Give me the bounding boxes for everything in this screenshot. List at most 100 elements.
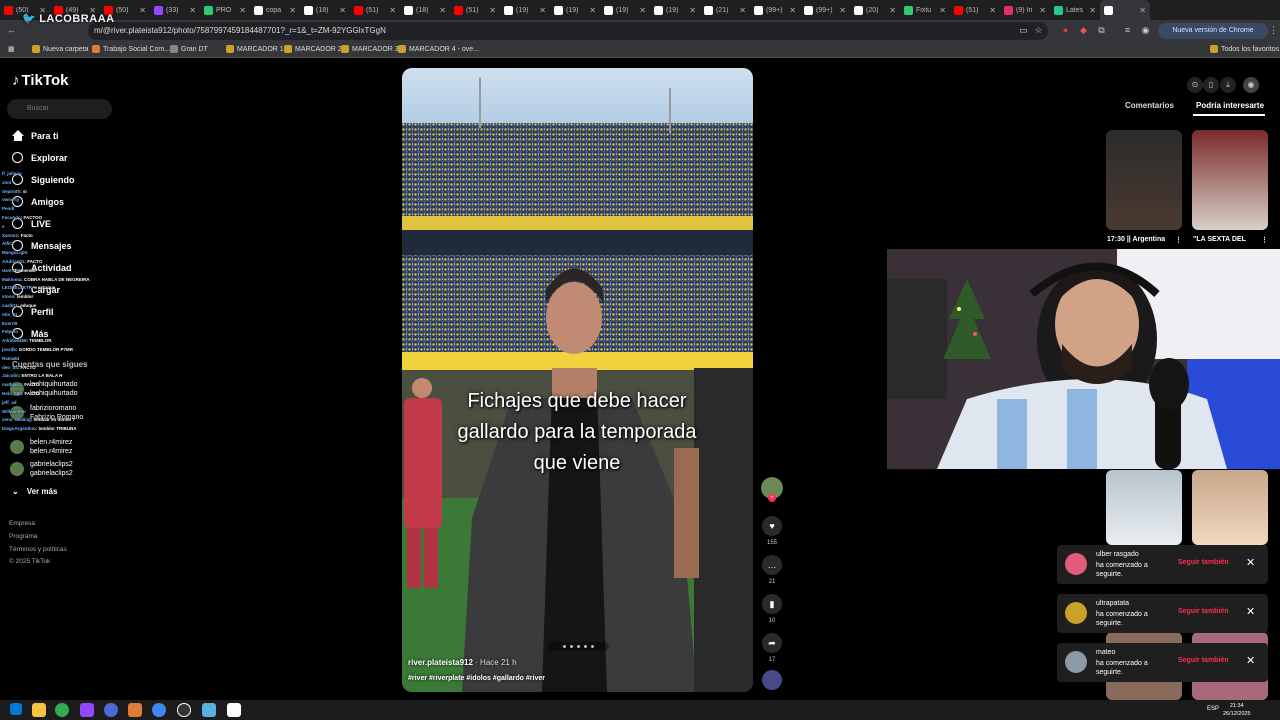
comment-icon[interactable]: … xyxy=(762,555,782,575)
author-avatar[interactable]: + xyxy=(760,477,784,502)
browser-tab[interactable]: (19) ✕ xyxy=(550,0,600,20)
chrome-icon[interactable] xyxy=(55,703,69,717)
profile-icon[interactable]: ◉ xyxy=(1140,25,1151,36)
close-icon[interactable]: ✕ xyxy=(239,6,246,15)
all-bookmarks[interactable]: Todos los favoritos xyxy=(1210,45,1279,53)
browser-tab[interactable]: (33) ✕ xyxy=(150,0,200,20)
bookmark-item[interactable]: MARCADOR 4 - ove... xyxy=(398,45,479,53)
following-account[interactable]: belen.r4mirez belen.r4mirez xyxy=(10,438,72,456)
notification-user[interactable]: ultrapatata xyxy=(1096,600,1129,607)
bookmark-button[interactable]: ▮ 10 xyxy=(760,594,784,624)
close-icon[interactable]: ✕ xyxy=(539,6,546,15)
compass-icon[interactable]: ⊙ xyxy=(1187,77,1203,93)
bookmark-item[interactable]: Trabajo Social Com... xyxy=(92,45,170,53)
search-input[interactable]: Buscar xyxy=(7,99,112,119)
browser-tab[interactable]: (51) ✕ xyxy=(350,0,400,20)
close-icon[interactable]: ✕ xyxy=(389,6,396,15)
bookmark-icon[interactable]: ▮ xyxy=(762,594,782,614)
carousel-dot[interactable] xyxy=(583,645,587,648)
follow-plus-icon[interactable]: + xyxy=(768,494,776,502)
video-thumbnail[interactable] xyxy=(1106,470,1182,545)
follow-notification[interactable]: ulber rasgado ha comenzado a seguirte. Seg… xyxy=(1057,545,1268,584)
bookmark-item[interactable]: MARCADOR 2 xyxy=(284,45,342,53)
tab-interest[interactable]: Podría interesarte xyxy=(1196,101,1264,110)
share-icon[interactable]: ➦ xyxy=(762,633,782,653)
post-author[interactable]: river.plateista912 · Hace 21 h xyxy=(408,658,517,667)
carousel-dot[interactable] xyxy=(569,645,573,648)
nav-item-para-ti[interactable]: Para ti xyxy=(12,130,59,141)
carousel-dot[interactable] xyxy=(576,645,580,648)
extension-icon[interactable]: ◆ xyxy=(1078,25,1089,36)
music-disc-icon[interactable] xyxy=(762,670,782,690)
share-button[interactable]: ➦ 17 xyxy=(760,633,784,663)
browser-tab[interactable]: PRO ✕ xyxy=(200,0,250,20)
footer-link[interactable]: Programa xyxy=(9,533,38,540)
browser-tab[interactable]: Lates ✕ xyxy=(1050,0,1100,20)
windows-start-icon[interactable] xyxy=(10,703,22,715)
close-icon[interactable]: ✕ xyxy=(289,6,296,15)
browser-tab[interactable]: ✕ xyxy=(1100,0,1150,20)
follow-notification[interactable]: mateo ha comenzado a seguirte. Seguir tamb… xyxy=(1057,643,1268,682)
nav-item-explorar[interactable]: Explorar xyxy=(12,152,68,163)
follow-notification[interactable]: ultrapatata ha comenzado a seguirte. Segui… xyxy=(1057,594,1268,633)
bookmark-item[interactable]: MARCADOR 1 xyxy=(226,45,284,53)
close-icon[interactable]: ✕ xyxy=(839,6,846,15)
avatar[interactable] xyxy=(1065,553,1087,575)
browser-tab[interactable]: (99+) ✕ xyxy=(800,0,850,20)
close-icon[interactable]: ✕ xyxy=(1246,556,1255,569)
browser-tab[interactable]: (21) ✕ xyxy=(700,0,750,20)
close-icon[interactable]: ✕ xyxy=(1246,654,1255,667)
close-icon[interactable]: ✕ xyxy=(189,6,196,15)
app-icon[interactable] xyxy=(80,703,94,717)
following-account[interactable]: gabrielaclips2 gabrielaclips2 xyxy=(10,460,73,478)
video-thumbnail[interactable] xyxy=(1106,130,1182,230)
tab-comments[interactable]: Comentarios xyxy=(1125,101,1174,110)
bookmark-item[interactable]: Gran DT xyxy=(170,45,208,53)
obs-icon[interactable] xyxy=(177,703,191,717)
comment-button[interactable]: … 21 xyxy=(760,555,784,585)
avatar[interactable] xyxy=(1065,602,1087,624)
close-icon[interactable]: ✕ xyxy=(739,6,746,15)
bookmark-item[interactable]: Nueva carpeta xyxy=(32,45,89,53)
bookmark-item[interactable]: MARCADOR 3 xyxy=(341,45,399,53)
see-more-button[interactable]: ⌄ Ver más xyxy=(12,487,57,496)
browser-tab[interactable]: Fixtu ✕ xyxy=(900,0,950,20)
notification-user[interactable]: ulber rasgado xyxy=(1096,551,1139,558)
mobile-icon[interactable]: ▯ xyxy=(1203,77,1219,93)
app-icon[interactable] xyxy=(227,703,241,717)
avatar[interactable] xyxy=(1065,651,1087,673)
carousel-dots[interactable] xyxy=(547,642,609,651)
post-hashtags[interactable]: #river #riverplate #idolos #gallardo #ri… xyxy=(408,675,545,682)
back-icon[interactable]: ← xyxy=(6,25,17,36)
footer-link[interactable]: Empresa xyxy=(9,520,35,527)
close-icon[interactable]: ✕ xyxy=(1139,6,1146,15)
browser-tab[interactable]: (18) ✕ xyxy=(400,0,450,20)
close-icon[interactable]: ✕ xyxy=(639,6,646,15)
close-icon[interactable]: ✕ xyxy=(689,6,696,15)
file-explorer-icon[interactable] xyxy=(32,703,46,717)
download-icon[interactable]: ⤓ xyxy=(1220,77,1236,93)
extensions-icon[interactable]: ⧉ xyxy=(1096,25,1107,36)
app-icon[interactable] xyxy=(128,703,142,717)
footer-link[interactable]: Términos y políticas xyxy=(9,546,67,553)
follow-back-button[interactable]: Seguir también xyxy=(1178,657,1229,664)
close-icon[interactable]: ✕ xyxy=(789,6,796,15)
more-icon[interactable]: ⋮ xyxy=(1261,236,1268,244)
app-icon[interactable] xyxy=(202,703,216,717)
close-icon[interactable]: ✕ xyxy=(1039,6,1046,15)
extension-icon[interactable]: ● xyxy=(1060,25,1071,36)
menu-icon[interactable]: ⋮ xyxy=(1268,25,1279,36)
photo-post[interactable]: Fichajes que debe hacer gallardo para la… xyxy=(402,68,753,692)
close-icon[interactable]: ✕ xyxy=(989,6,996,15)
browser-tab[interactable]: (51) ✕ xyxy=(950,0,1000,20)
browser-tab[interactable]: (99+) ✕ xyxy=(750,0,800,20)
browser-tab[interactable]: (19) ✕ xyxy=(500,0,550,20)
browser-tab[interactable]: (20) ✕ xyxy=(850,0,900,20)
browser-tab[interactable]: (19) ✕ xyxy=(600,0,650,20)
video-title[interactable]: 17:30 || Argentina xyxy=(1107,236,1165,243)
star-icon[interactable]: ☆ xyxy=(1033,25,1044,36)
app-icon[interactable] xyxy=(104,703,118,717)
more-icon[interactable]: ⋮ xyxy=(1175,236,1182,244)
close-icon[interactable]: ✕ xyxy=(939,6,946,15)
heart-button[interactable]: ♥ 155 xyxy=(760,516,784,546)
